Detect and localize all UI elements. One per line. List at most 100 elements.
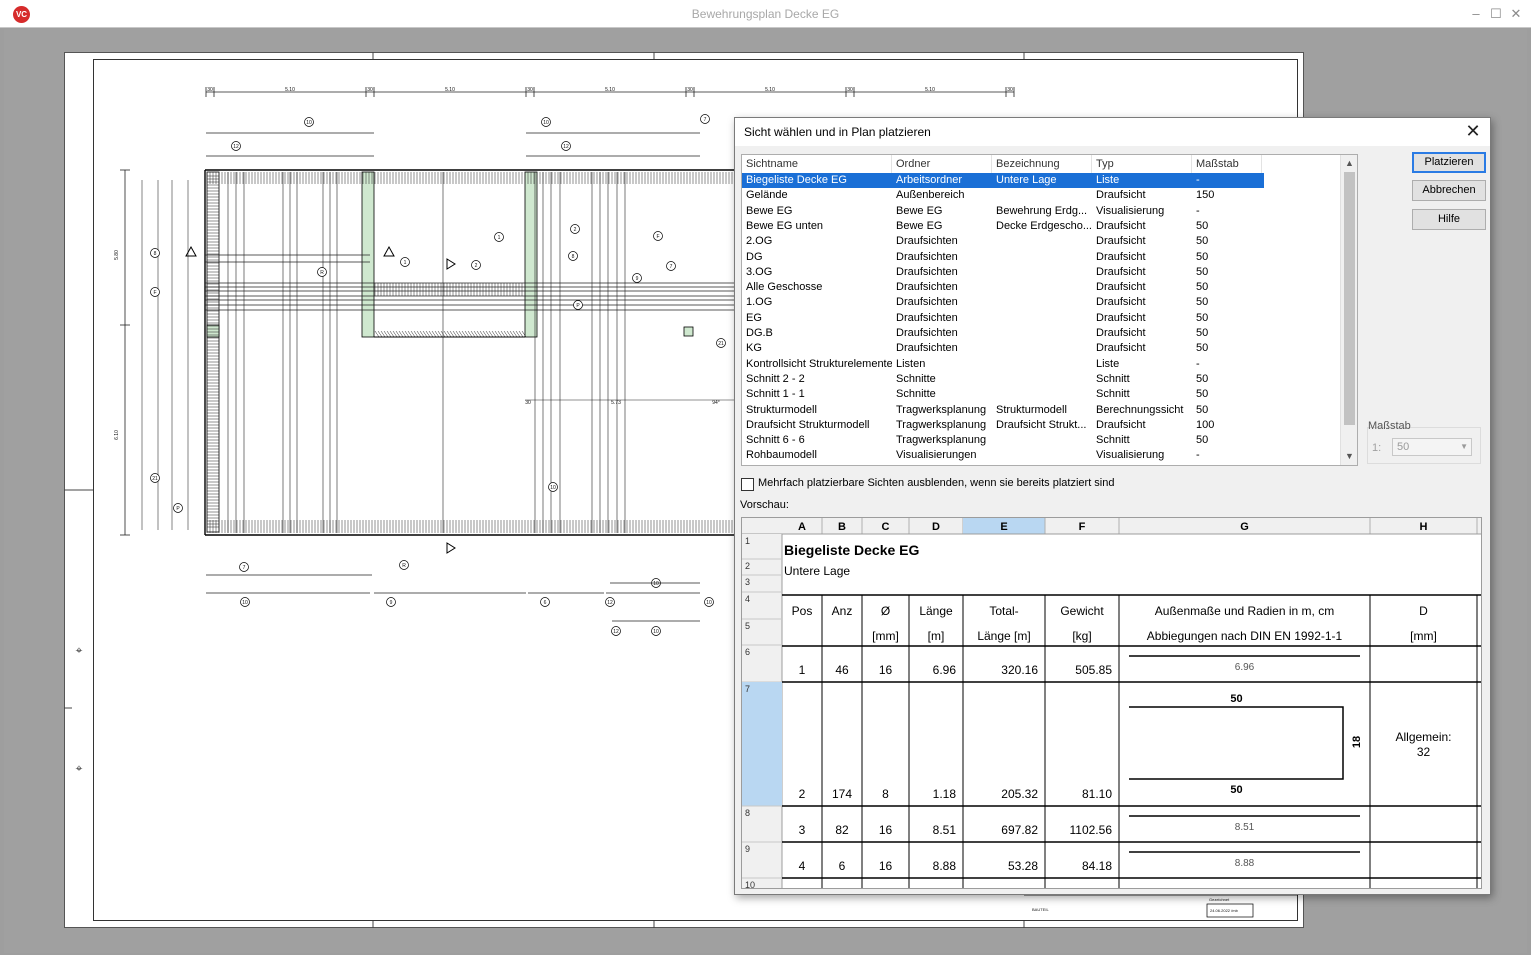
list-item[interactable]: Draufsicht Strukturmodell Tragwerksplanun…	[742, 418, 1342, 433]
row-number: 4	[745, 594, 750, 604]
list-item[interactable]: 1.OG Draufsichten Draufsicht 50	[742, 295, 1342, 310]
list-cell	[992, 280, 1092, 295]
bar-shape-label: 8.51	[1235, 822, 1255, 833]
list-cell: Draufsicht Strukturmodell	[746, 418, 870, 431]
table-cell: 6.96	[933, 663, 957, 677]
table-cell: 320.16	[1001, 663, 1038, 677]
place-button[interactable]: Platzieren	[1412, 152, 1486, 173]
list-item[interactable]: 3.OG Draufsichten Draufsicht 50	[742, 265, 1342, 280]
list-item[interactable]: Schnitt 1 - 1 Schnitte Schnitt 50	[742, 387, 1342, 402]
list-item[interactable]: KG Draufsichten Draufsicht 50	[742, 341, 1342, 356]
row-number: 3	[745, 577, 750, 587]
list-cell: Draufsicht	[1096, 327, 1146, 339]
scale-select[interactable]: 50 ▼	[1392, 438, 1472, 456]
list-cell: Draufsicht	[1096, 296, 1146, 309]
list-item[interactable]: Schnitt 6 - 6 Tragwerksplanung Schnitt 50	[742, 433, 1342, 448]
list-cell: 1.OG	[746, 296, 773, 309]
list-cell: Draufsicht	[1096, 235, 1146, 248]
list-cell: Draufsicht	[1096, 342, 1146, 355]
scroll-down-icon[interactable]: ▼	[1341, 448, 1357, 465]
list-cell: Schnitt 6 - 6	[746, 434, 805, 447]
list-cell: Bewehrung Erdg...	[996, 204, 1088, 217]
dialog-close-button[interactable]: ✕	[1462, 120, 1484, 142]
cancel-button[interactable]: Abbrechen	[1412, 180, 1486, 201]
row-number: 8	[745, 808, 750, 818]
list-cell: Draufsicht	[1096, 250, 1146, 263]
list-cell: Draufsichten	[896, 265, 958, 278]
list-cell: Bewe EG	[896, 219, 943, 232]
row-number: 1	[745, 536, 750, 546]
list-cell: Listen	[896, 357, 926, 370]
table-cell: 8.88	[933, 859, 957, 873]
place-view-dialog: Sicht wählen und in Plan platzieren ✕ Si…	[734, 117, 1491, 895]
hide-placed-views-checkbox[interactable]	[741, 478, 754, 491]
list-cell	[992, 295, 1092, 310]
list-item[interactable]: Bewe EG Bewe EG Bewehrung Erdg... Visualisi…	[742, 204, 1342, 219]
list-cell	[992, 188, 1092, 203]
table-cell: 6	[839, 859, 846, 873]
column-header-4[interactable]: Maßstab	[1192, 155, 1262, 173]
list-item[interactable]: Alle Geschosse Draufsichten Draufsicht 50	[742, 280, 1342, 295]
list-cell: 50	[1196, 281, 1209, 294]
list-cell: 50	[1196, 265, 1209, 278]
table-cell: 8.51	[933, 823, 957, 837]
list-item[interactable]: Bewe EG unten Bewe EG Decke Erdgescho... Dr…	[742, 219, 1342, 234]
list-item[interactable]: DG Draufsichten Draufsicht 50	[742, 250, 1342, 265]
column-letter: A	[798, 521, 806, 533]
list-cell	[992, 357, 1092, 372]
list-item[interactable]: 2.OG Draufsichten Draufsicht 50	[742, 234, 1342, 249]
list-cell: Alle Geschosse	[746, 281, 823, 294]
views-list[interactable]: Sichtname Ordner Bezeichnung Typ Maßstab ^ Bi…	[741, 154, 1358, 466]
list-item[interactable]: Strukturmodell Tragwerksplanung Strukturmo…	[742, 403, 1342, 418]
minimize-button[interactable]: –	[1465, 4, 1487, 24]
list-item[interactable]: Biegeliste Decke EG Arbeitsordner Untere L…	[742, 173, 1264, 188]
views-list-scrollbar[interactable]: ▲ ▼	[1340, 155, 1357, 465]
list-cell: 50	[1196, 296, 1209, 309]
list-cell: Bewe EG unten	[746, 219, 824, 232]
column-header-0[interactable]: Sichtname	[742, 155, 892, 173]
list-cell: Tragwerksplanung	[896, 418, 987, 431]
list-cell: Draufsicht Strukt...	[996, 418, 1087, 431]
chevron-down-icon: ▼	[1460, 442, 1468, 451]
list-cell: 50	[1196, 434, 1209, 447]
bar-shape-bracket	[1129, 706, 1344, 780]
list-cell: Untere Lage	[996, 174, 1057, 186]
list-cell: Schnitt	[1096, 388, 1130, 401]
row-number: 6	[745, 647, 750, 657]
list-cell: -	[1196, 449, 1200, 462]
table-cell: 1.18	[933, 787, 957, 801]
table-header-unit: Abbiegungen nach DIN EN 1992-1-1	[1147, 629, 1343, 643]
list-item[interactable]: Kontrollsicht Strukturelemente Listen List…	[742, 357, 1342, 372]
list-cell: Schnitt 2 - 2	[746, 372, 805, 385]
scroll-thumb[interactable]	[1344, 172, 1355, 425]
list-cell: Liste	[1096, 357, 1120, 370]
close-window-button[interactable]: ✕	[1505, 4, 1527, 24]
hide-placed-views-option[interactable]: Mehrfach platzierbare Sichten ausblenden…	[741, 476, 1361, 492]
list-cell: Draufsichten	[896, 235, 958, 248]
list-cell	[992, 234, 1092, 249]
column-header-2[interactable]: Bezeichnung	[992, 155, 1092, 173]
list-item[interactable]: Gelände Außenbereich Draufsicht 150	[742, 188, 1342, 203]
table-cell: 81.10	[1082, 787, 1112, 801]
list-cell: Schnitt	[1096, 434, 1130, 447]
column-header-bar	[742, 518, 1481, 534]
preview-label: Vorschau:	[740, 499, 789, 511]
list-item[interactable]: DG.B Draufsichten Draufsicht 50	[742, 326, 1342, 341]
maximize-button[interactable]: ☐	[1485, 4, 1507, 24]
column-header-3[interactable]: Typ	[1092, 155, 1192, 173]
table-header: Total-	[989, 604, 1018, 618]
table-header-unit: Länge [m]	[977, 629, 1030, 643]
table-header: Gewicht	[1060, 604, 1104, 618]
list-cell: 3.OG	[746, 265, 773, 278]
list-cell: 150	[1196, 189, 1215, 202]
hide-placed-views-label: Mehrfach platzierbare Sichten ausblenden…	[758, 477, 1115, 489]
list-item[interactable]: EG Draufsichten Draufsicht 50	[742, 311, 1342, 326]
list-cell	[992, 311, 1092, 326]
list-item[interactable]: Schnitt 2 - 2 Schnitte Schnitt 50	[742, 372, 1342, 387]
list-cell: Draufsicht	[1096, 281, 1146, 294]
scroll-up-icon[interactable]: ▲	[1341, 155, 1357, 172]
help-button[interactable]: Hilfe	[1412, 209, 1486, 230]
table-cell: 2	[799, 787, 806, 801]
list-cell: Draufsicht	[1096, 189, 1146, 202]
list-item[interactable]: Rohbaumodell Visualisierungen Visualisieru…	[742, 448, 1342, 463]
